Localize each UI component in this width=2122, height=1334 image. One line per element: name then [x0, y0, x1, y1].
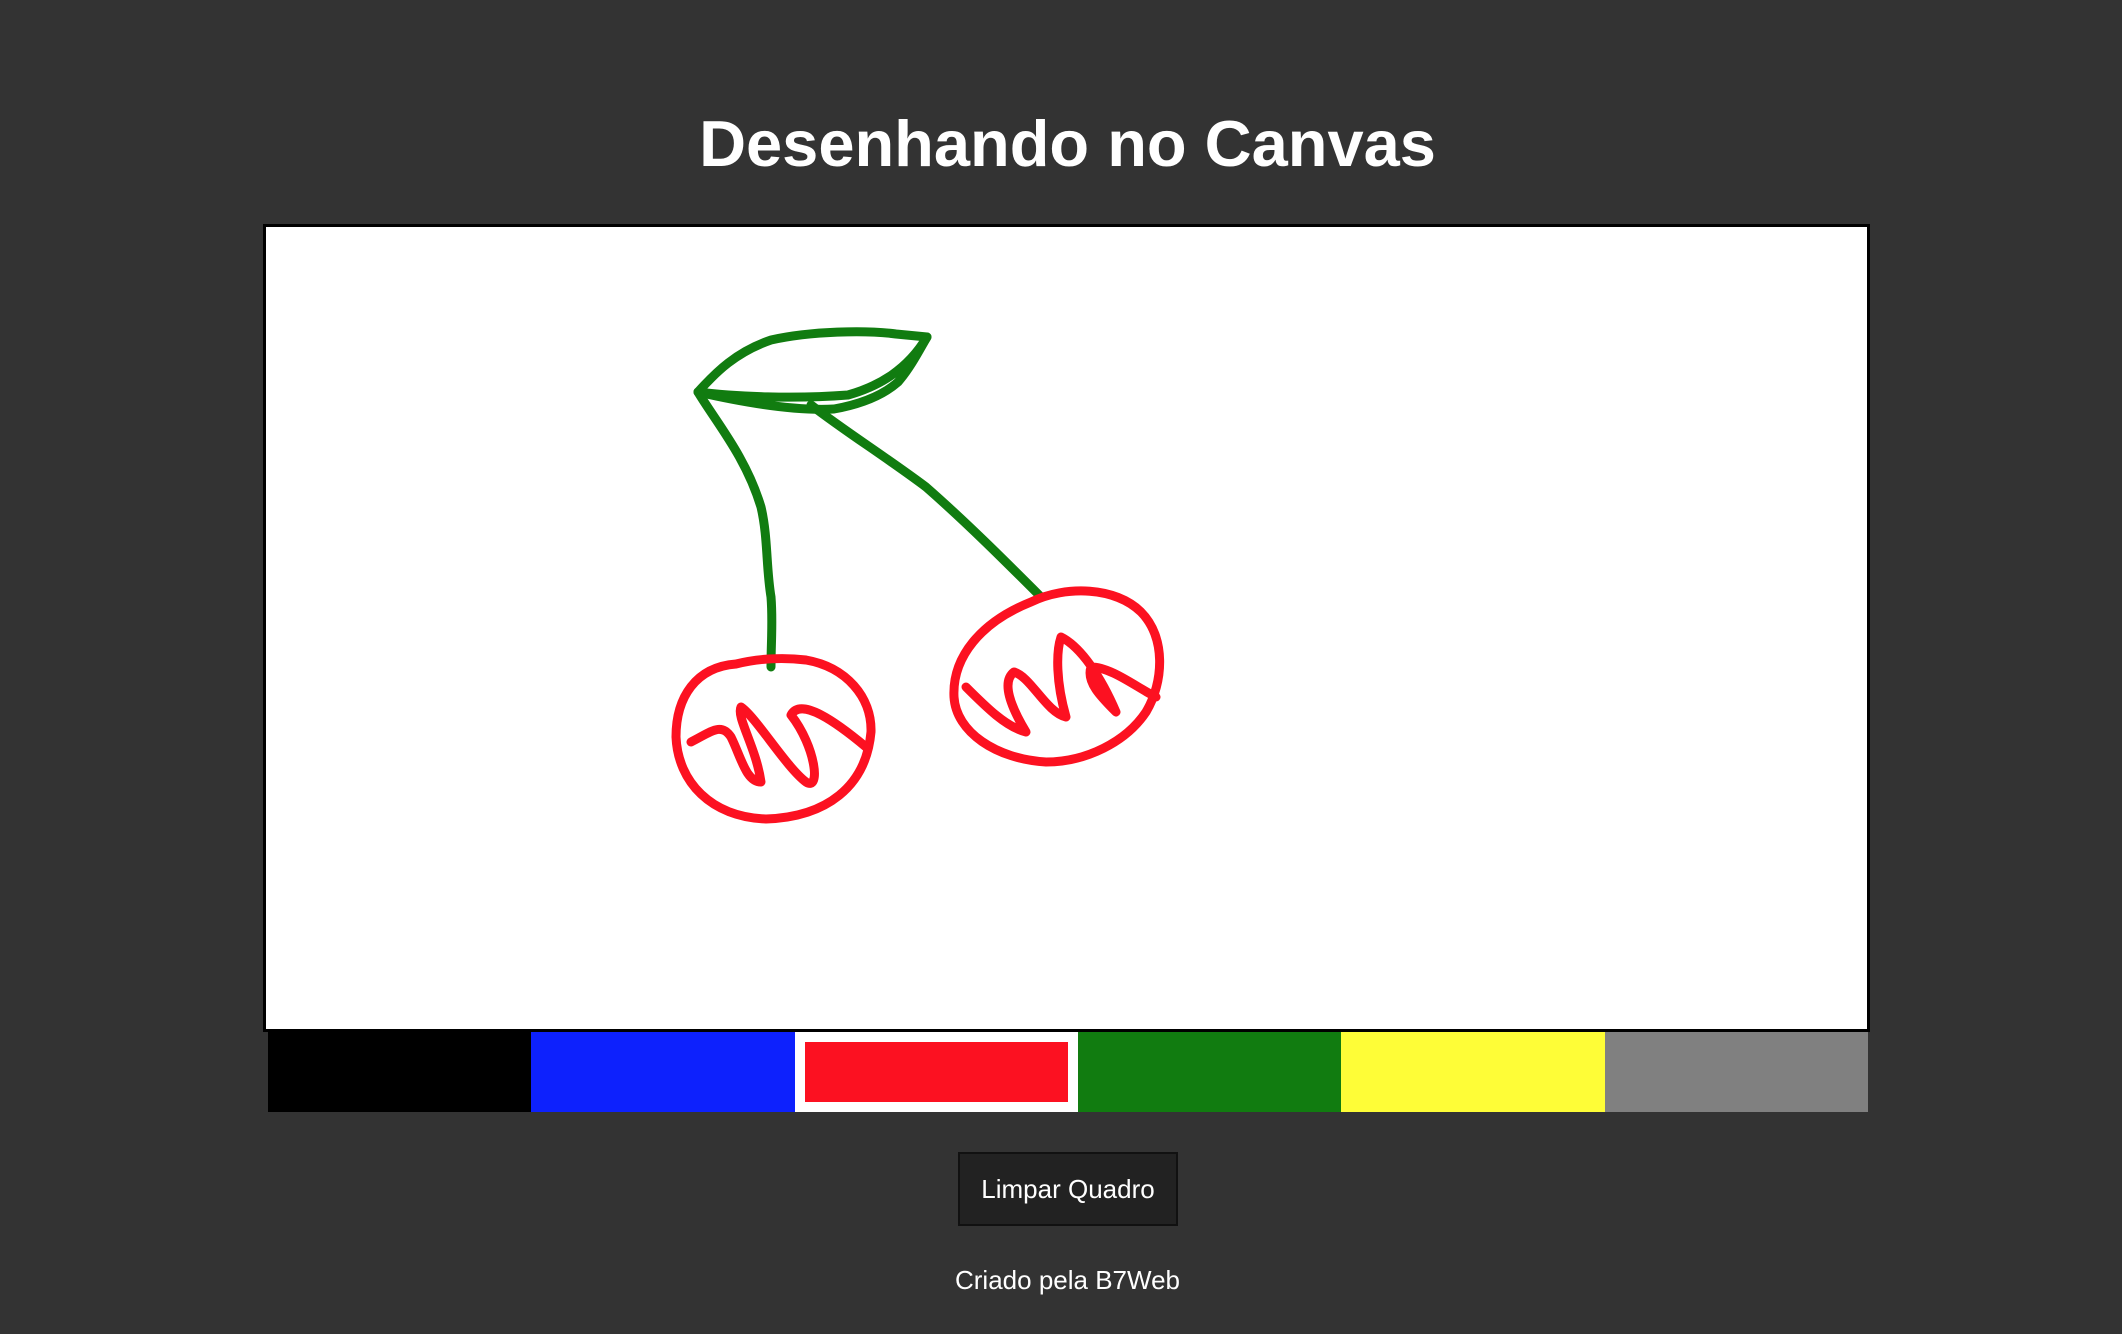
color-swatch-black[interactable] [268, 1032, 532, 1112]
page-title: Desenhando no Canvas [699, 107, 1436, 180]
color-swatch-blue[interactable] [531, 1032, 795, 1112]
footer-credit: Criado pela B7Web [955, 1265, 1180, 1295]
color-swatch-red[interactable] [794, 1032, 1078, 1112]
color-swatch-green[interactable] [1077, 1032, 1342, 1112]
left-cherry-drawing [671, 654, 876, 824]
page: Desenhando no Canvas Limpar Quadro Criad… [0, 0, 2122, 1334]
drawing-canvas[interactable] [263, 224, 1870, 1032]
canvas-drawing [671, 327, 1165, 824]
right-cherry-drawing [949, 586, 1165, 767]
color-swatch-gray[interactable] [1604, 1032, 1868, 1112]
clear-board-button[interactable]: Limpar Quadro [958, 1152, 1178, 1226]
color-palette [268, 1032, 1868, 1112]
cherry-stems-drawing [693, 327, 1046, 672]
color-swatch-yellow[interactable] [1341, 1032, 1605, 1112]
